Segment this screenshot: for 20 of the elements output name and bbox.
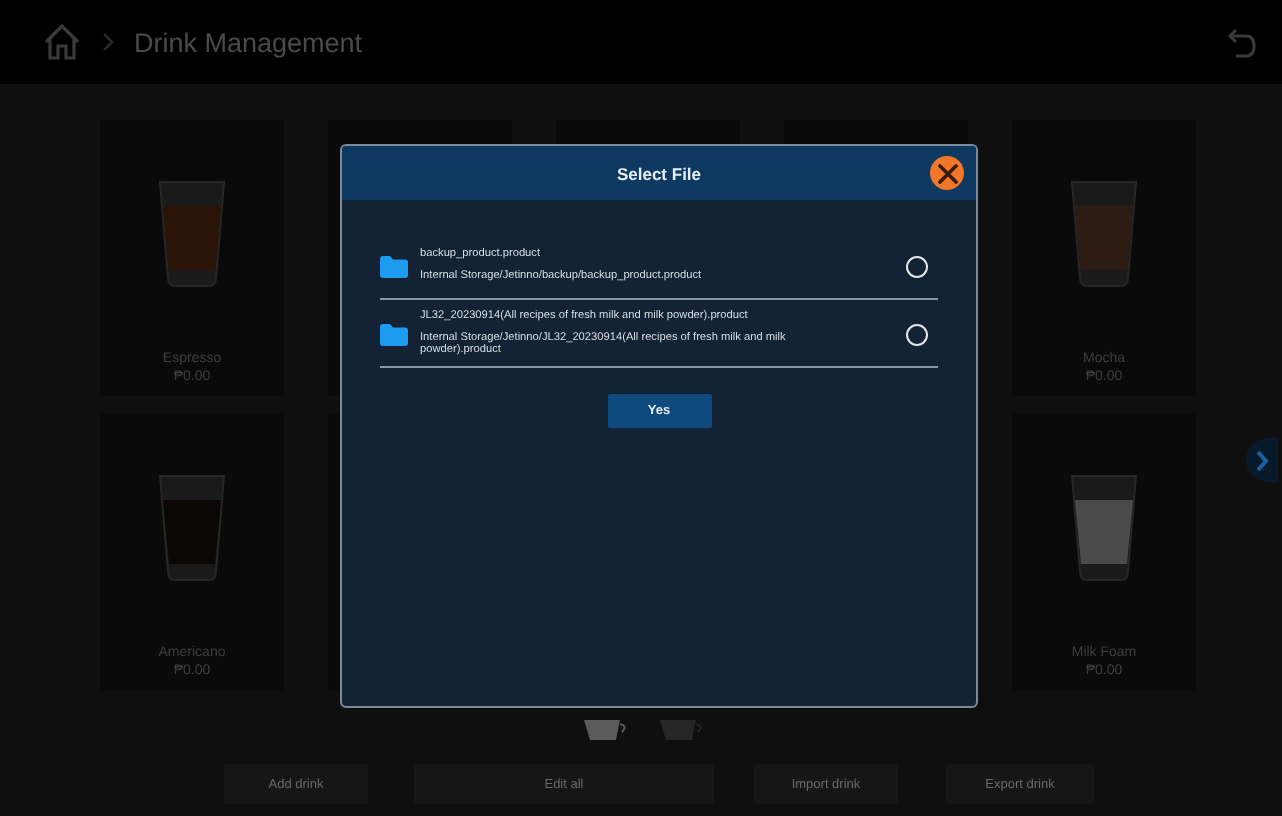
chevron-icon xyxy=(102,32,114,52)
glass-drawing xyxy=(156,177,228,290)
chevron-icon xyxy=(1255,449,1269,471)
back-button[interactable] xyxy=(1226,25,1258,59)
back-icon xyxy=(1226,25,1258,59)
folder-icon xyxy=(380,323,408,345)
next-page-button[interactable] xyxy=(1246,438,1278,482)
close-button[interactable] xyxy=(930,156,964,190)
radio-button[interactable] xyxy=(906,255,928,277)
page-title: Drink Management xyxy=(134,27,363,57)
glass-drawing xyxy=(1068,177,1140,290)
close-icon xyxy=(937,163,957,183)
radio-button[interactable] xyxy=(906,323,928,345)
cup-icon[interactable] xyxy=(581,718,629,742)
home-icon xyxy=(42,22,82,62)
glass-drawing xyxy=(1068,471,1140,584)
home-button[interactable] xyxy=(42,22,82,62)
glass-drawing xyxy=(156,471,228,584)
folder-icon xyxy=(380,255,408,277)
dialog-title: Select File xyxy=(616,163,702,183)
